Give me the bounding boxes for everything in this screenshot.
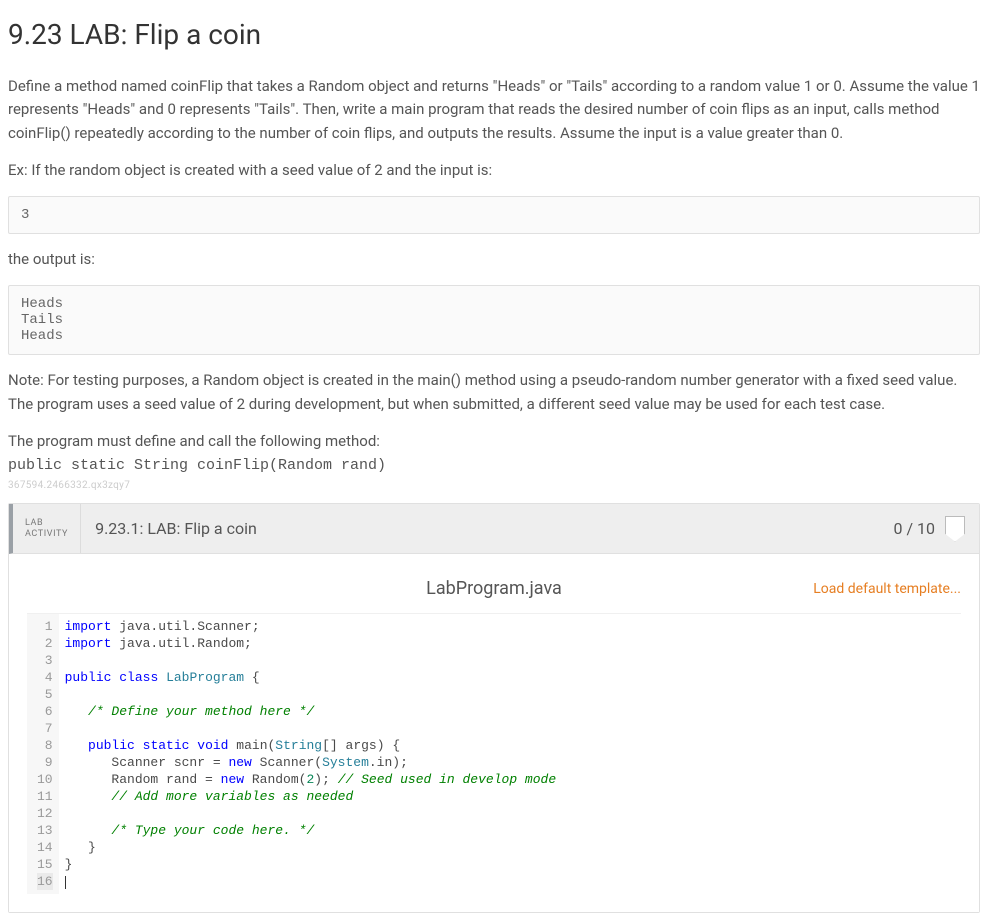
line-number: 2 — [37, 635, 53, 652]
code-line[interactable]: } — [65, 839, 557, 856]
code-line[interactable]: Scanner scnr = new Scanner(System.in); — [65, 754, 557, 771]
lab-title: 9.23.1: LAB: Flip a coin — [81, 504, 271, 553]
file-bar: LabProgram.java Load default template... — [27, 572, 961, 613]
code-line[interactable] — [65, 873, 557, 890]
code-line[interactable]: /* Type your code here. */ — [65, 822, 557, 839]
chevron-down-icon[interactable] — [945, 516, 965, 542]
line-number: 9 — [37, 754, 53, 771]
meta-id: 367594.2466332.qx3zqy7 — [8, 480, 980, 491]
output-lead: the output is: — [8, 248, 980, 271]
line-gutter: 12345678910111213141516 — [27, 614, 59, 894]
line-number: 10 — [37, 771, 53, 788]
lab-badge-line1: LAB — [25, 518, 68, 529]
code-line[interactable]: } — [65, 856, 557, 873]
lab-badge-line2: ACTIVITY — [25, 529, 68, 540]
intro-text: Define a method named coinFlip that take… — [8, 75, 980, 145]
lab-badge: LAB ACTIVITY — [13, 504, 81, 553]
line-number: 16 — [37, 873, 53, 890]
line-number: 11 — [37, 788, 53, 805]
code-line[interactable] — [65, 805, 557, 822]
method-lead: The program must define and call the fol… — [8, 430, 980, 453]
method-signature: public static String coinFlip(Random ran… — [8, 457, 980, 474]
line-number: 14 — [37, 839, 53, 856]
line-number: 3 — [37, 652, 53, 669]
code-line[interactable]: public class LabProgram { — [65, 669, 557, 686]
example-input-box: 3 — [8, 196, 980, 234]
line-number: 6 — [37, 703, 53, 720]
lab-score-text: 0 / 10 — [893, 519, 935, 538]
line-number: 12 — [37, 805, 53, 822]
file-name: LabProgram.java — [426, 578, 562, 599]
line-number: 5 — [37, 686, 53, 703]
code-editor[interactable]: 12345678910111213141516 import java.util… — [27, 613, 961, 894]
code-line[interactable]: Random rand = new Random(2); // Seed use… — [65, 771, 557, 788]
line-number: 1 — [37, 618, 53, 635]
line-number: 7 — [37, 720, 53, 737]
code-line[interactable]: public static void main(String[] args) { — [65, 737, 557, 754]
page-title: 9.23 LAB: Flip a coin — [8, 18, 980, 51]
code-line[interactable] — [65, 686, 557, 703]
code-line[interactable] — [65, 652, 557, 669]
lab-score: 0 / 10 — [893, 504, 979, 553]
code-lines[interactable]: import java.util.Scanner;import java.uti… — [59, 614, 557, 894]
example-lead: Ex: If the random object is created with… — [8, 159, 980, 182]
editor-area: LabProgram.java Load default template...… — [9, 554, 979, 912]
example-output-box: Heads Tails Heads — [8, 285, 980, 355]
code-line[interactable]: /* Define your method here */ — [65, 703, 557, 720]
note-text: Note: For testing purposes, a Random obj… — [8, 369, 980, 416]
line-number: 13 — [37, 822, 53, 839]
code-line[interactable]: import java.util.Random; — [65, 635, 557, 652]
line-number: 15 — [37, 856, 53, 873]
line-number: 4 — [37, 669, 53, 686]
lab-activity-panel: LAB ACTIVITY 9.23.1: LAB: Flip a coin 0 … — [8, 503, 980, 913]
code-line[interactable]: // Add more variables as needed — [65, 788, 557, 805]
code-line[interactable]: import java.util.Scanner; — [65, 618, 557, 635]
lab-header: LAB ACTIVITY 9.23.1: LAB: Flip a coin 0 … — [9, 504, 979, 554]
load-default-template-link[interactable]: Load default template... — [813, 581, 961, 597]
code-line[interactable] — [65, 720, 557, 737]
text-cursor — [65, 876, 66, 889]
line-number: 8 — [37, 737, 53, 754]
